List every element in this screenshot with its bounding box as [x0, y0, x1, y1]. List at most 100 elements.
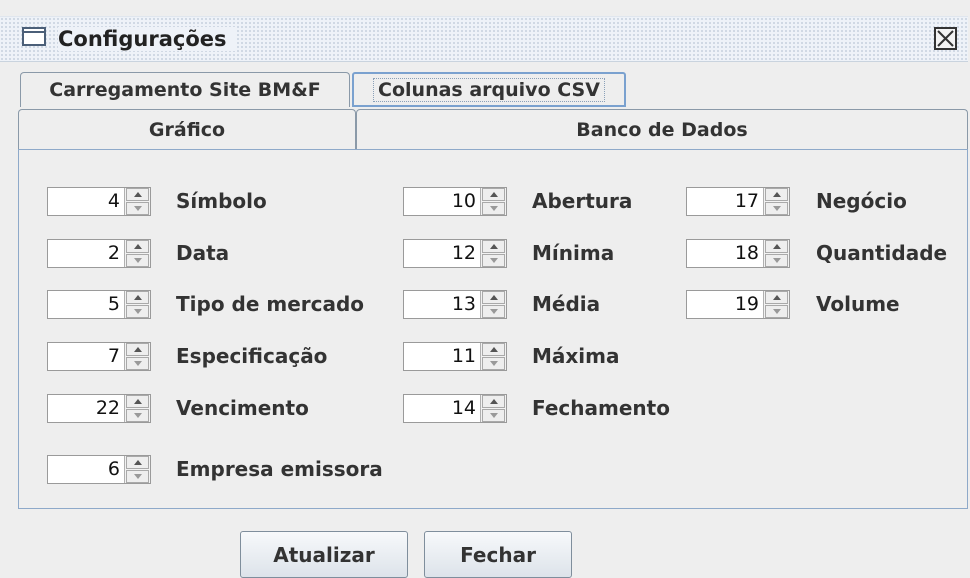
- spinner-down-button[interactable]: [482, 409, 505, 422]
- spinner-value[interactable]: 6: [48, 456, 125, 483]
- down-arrow-icon: [772, 206, 781, 211]
- simbolo-label: Símbolo: [176, 189, 267, 213]
- quantidade-label: Quantidade: [816, 241, 948, 265]
- spinner-down-button[interactable]: [126, 357, 149, 370]
- spinner-value[interactable]: 2: [48, 240, 125, 267]
- simbolo-spinner[interactable]: 4: [47, 187, 151, 216]
- spinner-down-button[interactable]: [482, 357, 505, 370]
- tipo-de-mercado-spinner[interactable]: 5: [47, 290, 151, 319]
- spinner-up-button[interactable]: [126, 343, 149, 356]
- up-arrow-icon: [133, 460, 142, 465]
- media-spinner[interactable]: 13: [403, 290, 507, 319]
- tab-grafico[interactable]: Gráfico: [18, 109, 356, 149]
- up-arrow-icon: [772, 192, 781, 197]
- spinner-up-button[interactable]: [482, 188, 505, 201]
- spinner-value[interactable]: 7: [48, 343, 125, 370]
- atualizar-button[interactable]: Atualizar: [240, 531, 408, 578]
- title-bar[interactable]: Configurações: [0, 16, 968, 62]
- spinner-up-button[interactable]: [765, 188, 788, 201]
- spinner-down-button[interactable]: [482, 202, 505, 215]
- vencimento-label: Vencimento: [176, 396, 309, 420]
- volume-spinner[interactable]: 19: [686, 290, 790, 319]
- tab-banco-de-dados[interactable]: Banco de Dados: [356, 109, 968, 149]
- spinner-value[interactable]: 22: [48, 395, 125, 422]
- spinner-value[interactable]: 12: [404, 240, 481, 267]
- spinner-down-button[interactable]: [482, 305, 505, 318]
- spinner-up-button[interactable]: [126, 188, 149, 201]
- down-arrow-icon: [489, 413, 498, 418]
- up-arrow-icon: [772, 295, 781, 300]
- empresa-emissora-label: Empresa emissora: [176, 457, 383, 481]
- empresa-emissora-spinner[interactable]: 6: [47, 455, 151, 484]
- abertura-spinner[interactable]: 10: [403, 187, 507, 216]
- spinner-down-button[interactable]: [482, 254, 505, 267]
- window-icon: [22, 27, 46, 46]
- especificacao-spinner[interactable]: 7: [47, 342, 151, 371]
- maxima-spinner[interactable]: 11: [403, 342, 507, 371]
- abertura-label: Abertura: [532, 189, 633, 213]
- spinner-up-button[interactable]: [126, 395, 149, 408]
- spinner-up-button[interactable]: [765, 240, 788, 253]
- spinner-down-button[interactable]: [126, 305, 149, 318]
- spinner-down-button[interactable]: [765, 305, 788, 318]
- spinner-up-button[interactable]: [482, 395, 505, 408]
- spinner-down-button[interactable]: [126, 409, 149, 422]
- spinner-up-button[interactable]: [482, 240, 505, 253]
- down-arrow-icon: [489, 361, 498, 366]
- up-arrow-icon: [133, 399, 142, 404]
- spinner-up-button[interactable]: [765, 291, 788, 304]
- spinner-value[interactable]: 10: [404, 188, 481, 215]
- vencimento-spinner[interactable]: 22: [47, 394, 151, 423]
- tab-label: Banco de Dados: [576, 118, 748, 141]
- down-arrow-icon: [133, 258, 142, 263]
- data-label: Data: [176, 241, 230, 265]
- minima-label: Mínima: [532, 241, 615, 265]
- down-arrow-icon: [772, 309, 781, 314]
- spinner-down-button[interactable]: [126, 202, 149, 215]
- spinner-up-button[interactable]: [482, 291, 505, 304]
- spinner-value[interactable]: 19: [687, 291, 764, 318]
- spinner-up-button[interactable]: [126, 291, 149, 304]
- tab-label: Colunas arquivo CSV: [373, 77, 605, 102]
- spinner-down-button[interactable]: [126, 254, 149, 267]
- volume-label: Volume: [816, 292, 900, 316]
- down-arrow-icon: [772, 258, 781, 263]
- up-arrow-icon: [489, 347, 498, 352]
- up-arrow-icon: [489, 192, 498, 197]
- spinner-up-button[interactable]: [126, 240, 149, 253]
- negocio-label: Negócio: [816, 189, 907, 213]
- up-arrow-icon: [489, 295, 498, 300]
- up-arrow-icon: [133, 347, 142, 352]
- fechar-button[interactable]: Fechar: [424, 531, 572, 578]
- spinner-down-button[interactable]: [765, 254, 788, 267]
- spinner-value[interactable]: 5: [48, 291, 125, 318]
- tab-colunas-arquivo-csv[interactable]: Colunas arquivo CSV: [352, 72, 626, 107]
- spinner-value[interactable]: 14: [404, 395, 481, 422]
- up-arrow-icon: [772, 244, 781, 249]
- negocio-spinner[interactable]: 17: [686, 187, 790, 216]
- tab-label: Gráfico: [148, 118, 226, 141]
- down-arrow-icon: [133, 206, 142, 211]
- tab-label: Carregamento Site BM&F: [49, 79, 321, 101]
- spinner-up-button[interactable]: [126, 456, 149, 469]
- minima-spinner[interactable]: 12: [403, 239, 507, 268]
- spinner-value[interactable]: 4: [48, 188, 125, 215]
- spinner-value[interactable]: 13: [404, 291, 481, 318]
- fechamento-spinner[interactable]: 14: [403, 394, 507, 423]
- quantidade-spinner[interactable]: 18: [686, 239, 790, 268]
- up-arrow-icon: [489, 399, 498, 404]
- tab-carregamento-site-bmf[interactable]: Carregamento Site BM&F: [20, 72, 350, 107]
- up-arrow-icon: [133, 295, 142, 300]
- spinner-value[interactable]: 17: [687, 188, 764, 215]
- spinner-value[interactable]: 11: [404, 343, 481, 370]
- data-spinner[interactable]: 2: [47, 239, 151, 268]
- tipo-de-mercado-label: Tipo de mercado: [176, 292, 365, 316]
- media-label: Média: [532, 292, 601, 316]
- down-arrow-icon: [133, 309, 142, 314]
- spinner-up-button[interactable]: [482, 343, 505, 356]
- down-arrow-icon: [489, 258, 498, 263]
- close-window-button[interactable]: [934, 27, 957, 50]
- spinner-value[interactable]: 18: [687, 240, 764, 267]
- spinner-down-button[interactable]: [126, 470, 149, 483]
- spinner-down-button[interactable]: [765, 202, 788, 215]
